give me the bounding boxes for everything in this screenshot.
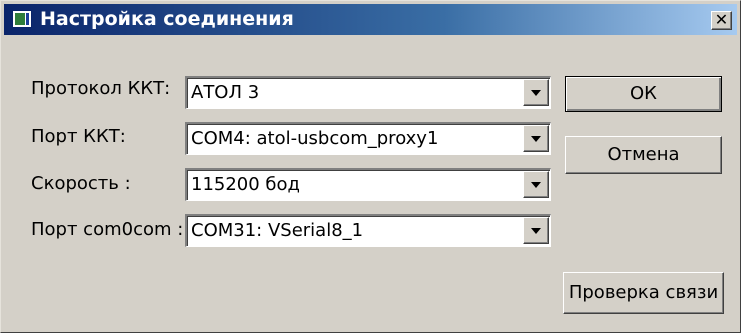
title-bar[interactable]: Настройка соединения ✕ — [4, 4, 737, 35]
speed-select[interactable]: 115200 бод — [185, 168, 551, 201]
chevron-down-icon[interactable] — [523, 125, 549, 152]
protocol-label: Протокол ККТ: — [31, 78, 171, 99]
close-icon: ✕ — [714, 10, 729, 29]
dialog-title: Настройка соединения — [40, 8, 294, 30]
com0com-port-select[interactable]: COM31: VSerial8_1 — [185, 214, 551, 247]
connection-settings-dialog: Настройка соединения ✕ Протокол ККТ: АТО… — [0, 0, 741, 333]
ok-button[interactable]: ОК — [565, 76, 722, 112]
cancel-button[interactable]: Отмена — [565, 136, 722, 174]
close-button[interactable]: ✕ — [711, 11, 732, 30]
com0com-port-value: COM31: VSerial8_1 — [191, 220, 364, 241]
chevron-down-icon[interactable] — [523, 217, 549, 244]
port-select[interactable]: COM4: atol-usbcom_proxy1 — [185, 122, 551, 155]
speed-label: Скорость : — [31, 173, 131, 194]
protocol-value: АТОЛ 3 — [191, 82, 260, 103]
port-label: Порт ККТ: — [31, 126, 126, 147]
protocol-select[interactable]: АТОЛ 3 — [185, 76, 551, 109]
test-connection-button[interactable]: Проверка связи — [563, 272, 724, 314]
port-value: COM4: atol-usbcom_proxy1 — [191, 128, 439, 149]
chevron-down-icon[interactable] — [523, 79, 549, 106]
chevron-down-icon[interactable] — [523, 171, 549, 198]
app-window-icon — [12, 10, 32, 28]
com0com-port-label: Порт com0com : — [31, 219, 184, 240]
speed-value: 115200 бод — [191, 174, 300, 195]
